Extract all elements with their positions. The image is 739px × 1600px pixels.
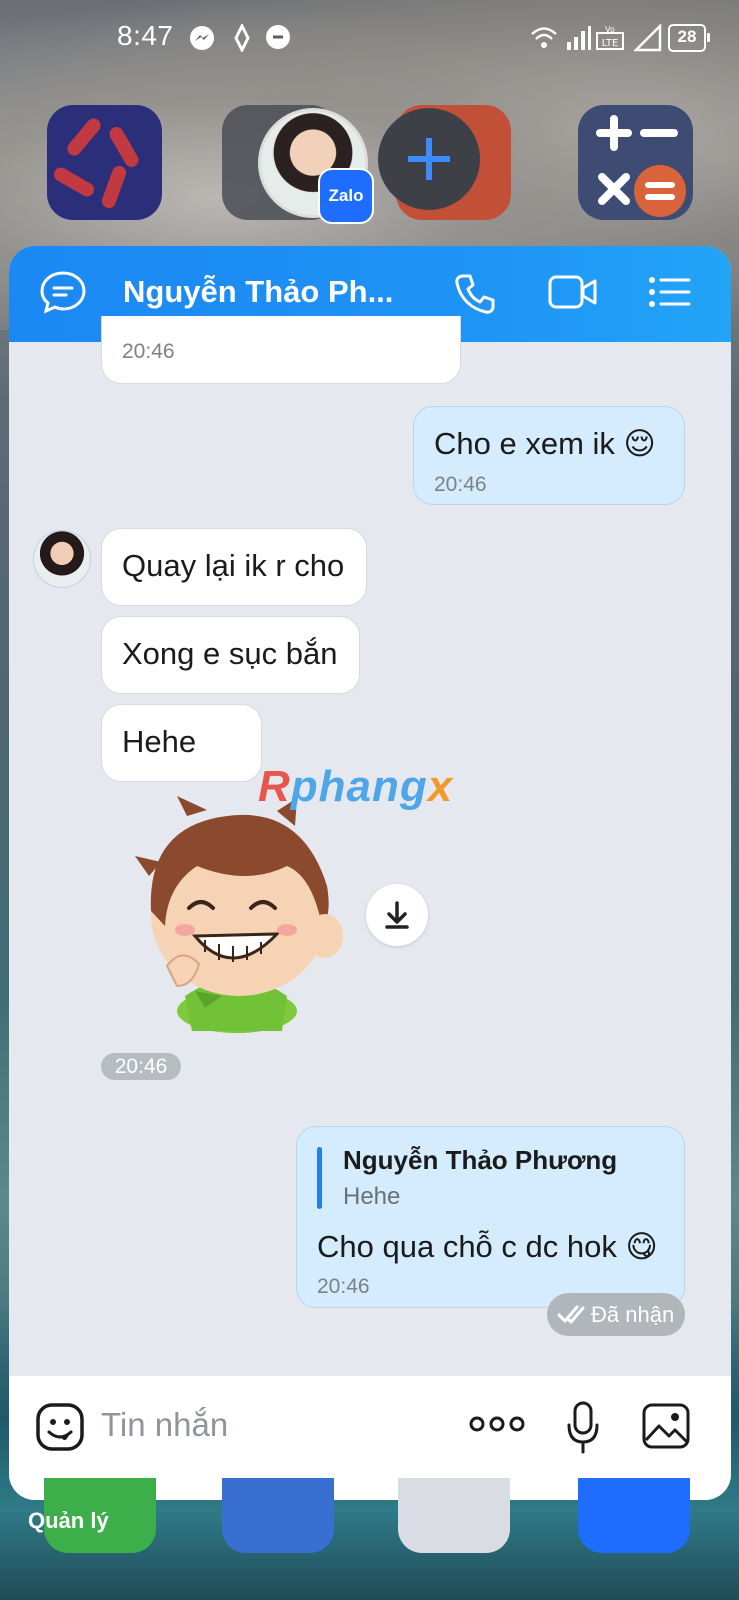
quoted-sender-name: Nguyễn Thảo Phương xyxy=(343,1145,618,1175)
message-time: 20:46 xyxy=(122,340,175,363)
delivery-status-badge: Đã nhận xyxy=(547,1293,685,1336)
zalo-badge-icon: Zalo xyxy=(318,168,374,224)
message-bubble-outgoing[interactable]: Cho e xem ik 😌 20:46 xyxy=(413,406,685,505)
download-button[interactable] xyxy=(366,884,428,946)
message-bubble-incoming[interactable]: Quay lại ik r cho xyxy=(101,528,367,606)
chat-bubble-icon[interactable] xyxy=(39,270,87,314)
message-text: Hehe xyxy=(122,724,197,759)
wifi-icon xyxy=(531,27,557,48)
message-text: Quay lại ik r cho xyxy=(122,548,345,583)
download-icon xyxy=(385,901,409,929)
svg-text:LTE: LTE xyxy=(602,38,619,49)
dock-label: Quản lý xyxy=(28,1508,109,1533)
message-bubble-incoming[interactable]: Hehe xyxy=(101,704,262,782)
signal-empty-icon xyxy=(634,24,662,52)
chat-title[interactable]: Nguyễn Thảo Ph... xyxy=(123,274,393,310)
signal-icon xyxy=(567,26,591,50)
volte-lte-icon: LTE Vo xyxy=(596,25,624,50)
more-icon[interactable] xyxy=(469,1414,525,1434)
message-text: Cho qua chỗ c dc hok 😋 xyxy=(317,1229,658,1264)
image-icon[interactable] xyxy=(641,1402,691,1450)
message-time: 20:46 xyxy=(434,473,487,496)
message-input[interactable]: Tin nhắn xyxy=(101,1406,228,1444)
status-bar: 8:47 LTE Vo 28 xyxy=(0,0,739,80)
contact-avatar[interactable] xyxy=(33,530,91,588)
emoji-icon[interactable] xyxy=(35,1402,85,1452)
phone-icon[interactable] xyxy=(453,272,497,316)
video-icon[interactable] xyxy=(547,272,599,312)
dock-app-zalo[interactable] xyxy=(578,1478,690,1553)
chat-window: Nguyễn Thảo Ph... 20:46 Cho e xem ik 😌 2… xyxy=(9,246,731,1500)
message-text: Xong e sục bắn xyxy=(122,636,338,671)
sticker-time: 20:46 xyxy=(101,1053,181,1080)
delivery-status-text: Đã nhận xyxy=(591,1302,675,1327)
message-bubble-incoming[interactable]: 20:46 xyxy=(101,316,461,384)
quoted-message-text: Hehe xyxy=(343,1183,401,1210)
messenger-icon xyxy=(190,26,214,50)
sticker-image[interactable] xyxy=(127,796,357,1036)
microphone-icon[interactable] xyxy=(565,1400,601,1454)
vpn-icon xyxy=(234,24,250,52)
svg-text:Vo: Vo xyxy=(605,25,615,34)
calculator-icon xyxy=(596,115,686,217)
add-bubble-button[interactable] xyxy=(378,108,480,210)
chat-icon xyxy=(266,25,290,49)
app-icon-mb-bank[interactable] xyxy=(47,105,162,220)
status-time: 8:47 xyxy=(117,20,174,51)
dock-app-messenger[interactable] xyxy=(398,1478,510,1553)
message-text: Cho e xem ik 😌 xyxy=(434,426,656,461)
message-time: 20:46 xyxy=(317,1275,370,1298)
app-icon-calculator[interactable] xyxy=(578,105,693,220)
message-bubble-outgoing-reply[interactable]: Nguyễn Thảo Phương Hehe Cho qua chỗ c dc… xyxy=(296,1126,685,1308)
watermark-logo: Rphangx xyxy=(258,762,454,811)
double-check-icon xyxy=(557,1305,585,1324)
quote-bar xyxy=(317,1147,322,1209)
message-bubble-incoming[interactable]: Xong e sục bắn xyxy=(101,616,360,694)
battery-icon: 28 xyxy=(668,24,710,52)
list-icon[interactable] xyxy=(647,272,691,312)
dock-app-messages[interactable] xyxy=(222,1478,334,1553)
